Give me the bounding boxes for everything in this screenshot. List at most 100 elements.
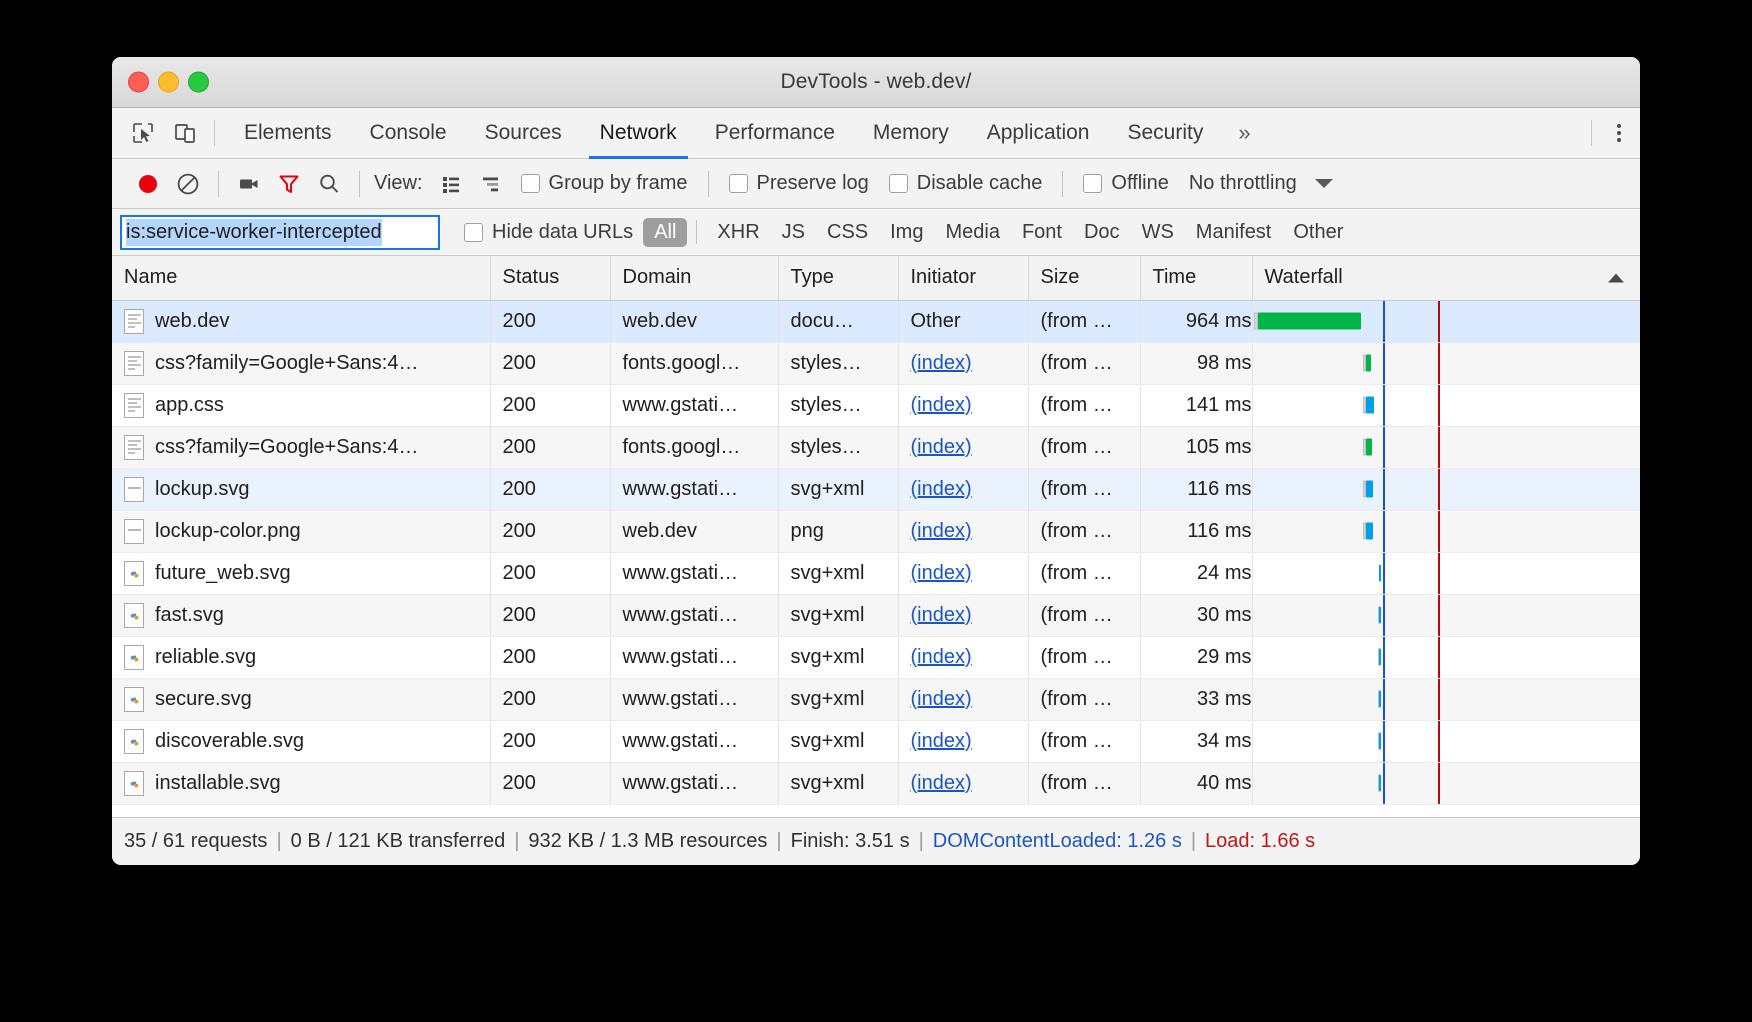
offline-checkbox[interactable]: Offline <box>1083 172 1168 195</box>
column-header-initiator[interactable]: Initiator <box>898 256 1028 300</box>
domcontentloaded-marker <box>1383 553 1385 594</box>
more-tabs-icon[interactable]: » <box>1222 108 1266 158</box>
column-header-type[interactable]: Type <box>778 256 898 300</box>
zoom-window-button[interactable] <box>188 72 209 93</box>
table-row[interactable]: future_web.svg200www.gstati…svg+xml(inde… <box>112 552 1640 594</box>
cell-initiator[interactable]: (index) <box>898 384 1028 426</box>
table-row[interactable]: lockup-color.png200web.devpng(index)(fro… <box>112 510 1640 552</box>
cell-initiator[interactable]: (index) <box>898 552 1028 594</box>
filter-funnel-icon[interactable] <box>269 164 309 204</box>
column-header-status[interactable]: Status <box>490 256 610 300</box>
cell-domain: fonts.googl… <box>610 342 778 384</box>
cell-initiator[interactable]: (index) <box>898 468 1028 510</box>
checkbox-box[interactable] <box>889 174 908 193</box>
inspect-element-icon[interactable] <box>122 108 164 158</box>
domcontentloaded-marker <box>1383 679 1385 720</box>
chevron-down-icon[interactable] <box>1315 179 1333 188</box>
cell-name: installable.svg <box>112 762 490 804</box>
cell-initiator[interactable]: (index) <box>898 720 1028 762</box>
initiator-link[interactable]: (index) <box>911 688 972 710</box>
tab-console[interactable]: Console <box>351 108 466 158</box>
checkbox-box[interactable] <box>729 174 748 193</box>
initiator-link[interactable]: (index) <box>911 772 972 794</box>
waterfall-view-icon[interactable] <box>471 164 511 204</box>
cell-initiator[interactable]: (index) <box>898 636 1028 678</box>
record-button-icon[interactable] <box>128 164 168 204</box>
toolbar-divider <box>214 120 215 146</box>
tab-application[interactable]: Application <box>968 108 1109 158</box>
kebab-menu-icon[interactable] <box>1598 108 1640 158</box>
cell-waterfall <box>1252 636 1640 678</box>
column-header-size[interactable]: Size <box>1028 256 1140 300</box>
cell-initiator[interactable]: (index) <box>898 426 1028 468</box>
summary-separator: | <box>776 830 781 853</box>
filter-type-media[interactable]: Media <box>934 218 1010 247</box>
list-view-icon[interactable] <box>431 164 471 204</box>
filter-type-other[interactable]: Other <box>1282 218 1354 247</box>
tab-memory[interactable]: Memory <box>854 108 968 158</box>
throttling-select[interactable]: No throttling <box>1189 172 1297 195</box>
filter-type-img[interactable]: Img <box>879 218 934 247</box>
tab-security[interactable]: Security <box>1108 108 1222 158</box>
filter-type-font[interactable]: Font <box>1011 218 1073 247</box>
cell-initiator[interactable]: (index) <box>898 510 1028 552</box>
initiator-link[interactable]: (index) <box>911 730 972 752</box>
tab-performance[interactable]: Performance <box>696 108 854 158</box>
initiator-link[interactable]: (index) <box>911 604 972 626</box>
summary-transferred: 0 B / 121 KB transferred <box>291 830 506 853</box>
initiator-link[interactable]: (index) <box>911 352 972 374</box>
filter-type-js[interactable]: JS <box>771 218 816 247</box>
table-row[interactable]: css?family=Google+Sans:4…200fonts.googl…… <box>112 426 1640 468</box>
cell-initiator[interactable]: (index) <box>898 762 1028 804</box>
table-row[interactable]: css?family=Google+Sans:4…200fonts.googl…… <box>112 342 1640 384</box>
table-row[interactable]: installable.svg200www.gstati…svg+xml(ind… <box>112 762 1640 804</box>
disable-cache-checkbox[interactable]: Disable cache <box>889 172 1043 195</box>
checkbox-box[interactable] <box>464 223 483 242</box>
filter-type-all[interactable]: All <box>643 218 687 247</box>
tab-sources[interactable]: Sources <box>466 108 581 158</box>
initiator-link[interactable]: (index) <box>911 562 972 584</box>
filter-type-css[interactable]: CSS <box>816 218 879 247</box>
column-header-time[interactable]: Time <box>1140 256 1252 300</box>
initiator-link[interactable]: (index) <box>911 520 972 542</box>
domcontentloaded-marker <box>1383 595 1385 636</box>
table-row[interactable]: reliable.svg200www.gstati…svg+xml(index)… <box>112 636 1640 678</box>
filter-input[interactable]: is:service-worker-intercepted <box>120 215 440 250</box>
table-row[interactable]: app.css200www.gstati…styles…(index)(from… <box>112 384 1640 426</box>
initiator-link[interactable]: (index) <box>911 394 972 416</box>
initiator-link[interactable]: (index) <box>911 646 972 668</box>
cell-initiator[interactable]: (index) <box>898 678 1028 720</box>
filter-type-manifest[interactable]: Manifest <box>1185 218 1283 247</box>
initiator-link[interactable]: (index) <box>911 478 972 500</box>
hide-data-urls-checkbox[interactable]: Hide data URLs <box>464 221 633 244</box>
column-header-name[interactable]: Name <box>112 256 490 300</box>
clear-icon[interactable] <box>168 164 208 204</box>
tab-elements[interactable]: Elements <box>225 108 351 158</box>
camera-icon[interactable] <box>229 164 269 204</box>
device-toolbar-icon[interactable] <box>164 108 206 158</box>
close-window-button[interactable] <box>128 72 149 93</box>
minimize-window-button[interactable] <box>158 72 179 93</box>
search-icon[interactable] <box>309 164 349 204</box>
tab-network[interactable]: Network <box>581 108 696 158</box>
table-row[interactable]: web.dev200web.devdocu…Other(from …964 ms <box>112 300 1640 342</box>
table-row[interactable]: fast.svg200www.gstati…svg+xml(index)(fro… <box>112 594 1640 636</box>
table-row[interactable]: lockup.svg200www.gstati…svg+xml(index)(f… <box>112 468 1640 510</box>
table-row[interactable]: discoverable.svg200www.gstati…svg+xml(in… <box>112 720 1640 762</box>
checkbox-box[interactable] <box>1083 174 1102 193</box>
column-header-waterfall[interactable]: Waterfall <box>1252 256 1640 300</box>
filter-type-xhr[interactable]: XHR <box>706 218 770 247</box>
column-header-domain[interactable]: Domain <box>610 256 778 300</box>
preserve-log-checkbox[interactable]: Preserve log <box>729 172 869 195</box>
tab-label: Security <box>1127 121 1203 145</box>
group-by-frame-checkbox[interactable]: Group by frame <box>521 172 688 195</box>
cell-waterfall <box>1252 720 1640 762</box>
filter-type-doc[interactable]: Doc <box>1073 218 1131 247</box>
table-row[interactable]: secure.svg200www.gstati…svg+xml(index)(f… <box>112 678 1640 720</box>
network-requests-table[interactable]: Name Status Domain Type Initiator Size T… <box>112 256 1640 817</box>
initiator-link[interactable]: (index) <box>911 436 972 458</box>
cell-initiator[interactable]: (index) <box>898 342 1028 384</box>
filter-type-ws[interactable]: WS <box>1131 218 1185 247</box>
checkbox-box[interactable] <box>521 174 540 193</box>
cell-initiator[interactable]: (index) <box>898 594 1028 636</box>
